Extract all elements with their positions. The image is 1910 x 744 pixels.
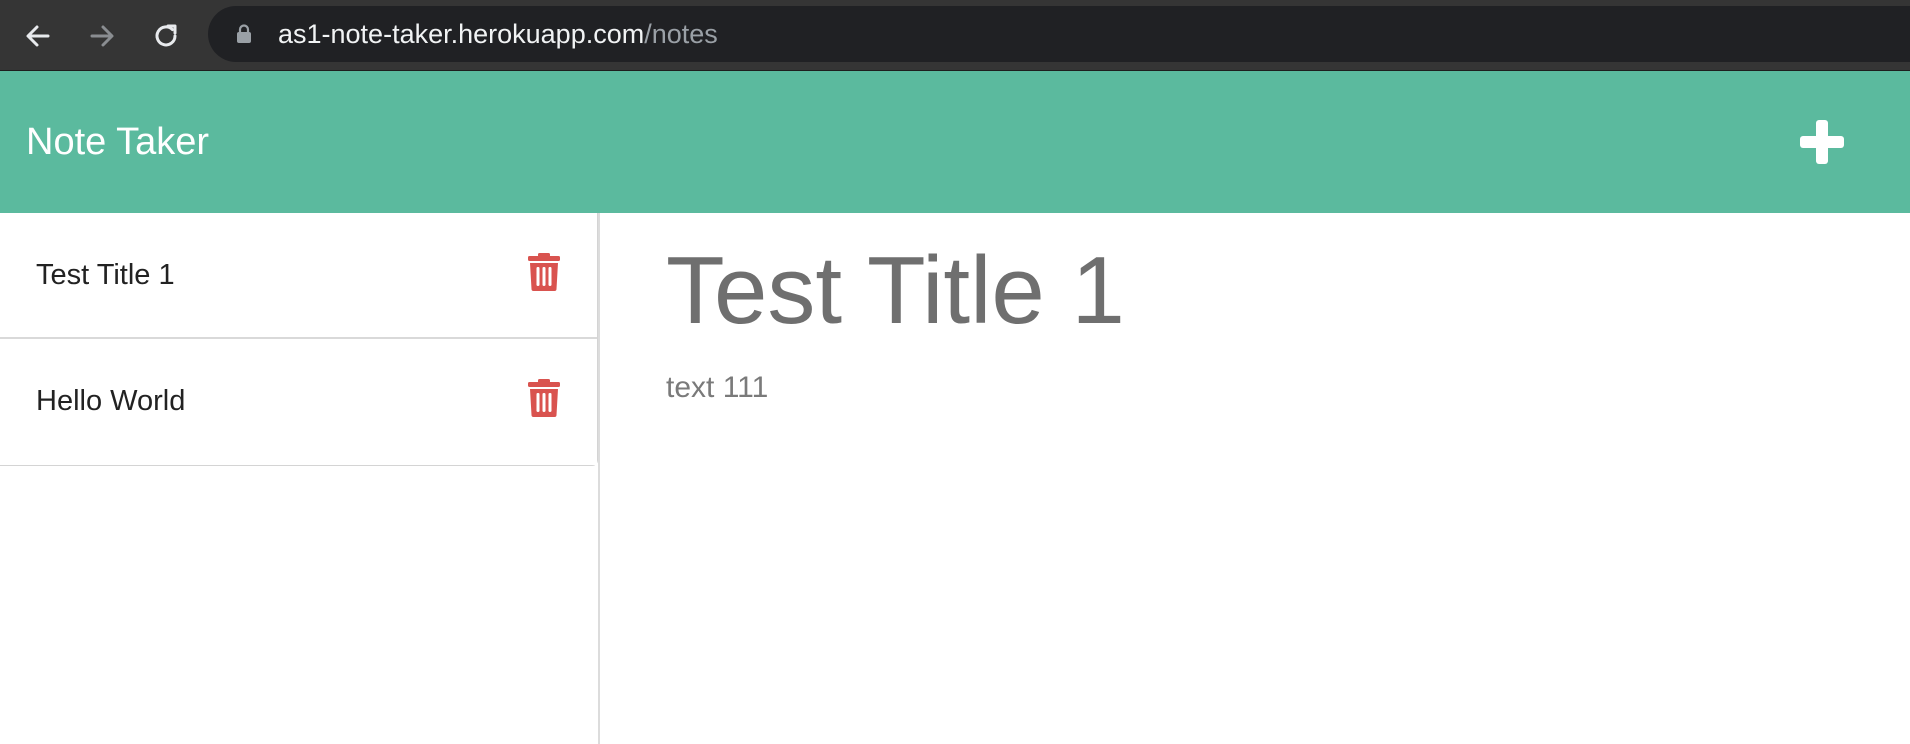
- reload-icon: [155, 24, 177, 47]
- notes-sidebar: Test Title 1 Hello World: [0, 213, 600, 744]
- trash-icon[interactable]: [528, 379, 560, 417]
- lock-icon: [237, 24, 251, 43]
- note-text-field[interactable]: text 111: [666, 371, 768, 405]
- back-button[interactable]: [16, 14, 60, 58]
- plus-icon: [1800, 120, 1844, 164]
- url-host: as1-note-taker.herokuapp.com: [278, 19, 645, 49]
- address-bar[interactable]: as1-note-taker.herokuapp.com/notes: [208, 6, 1910, 62]
- note-item-title: Hello World: [36, 385, 186, 417]
- new-note-button[interactable]: [1796, 116, 1848, 168]
- url-path: /notes: [644, 19, 718, 49]
- trash-icon[interactable]: [528, 253, 560, 291]
- list-item[interactable]: Test Title 1: [0, 213, 597, 339]
- note-view: Test Title 1 text 111: [602, 213, 1910, 744]
- app-navbar: Note Taker: [0, 71, 1910, 213]
- url-text: as1-note-taker.herokuapp.com/notes: [278, 19, 718, 49]
- note-title-field[interactable]: Test Title 1: [666, 235, 1125, 347]
- forward-button[interactable]: [80, 14, 124, 58]
- note-item-title: Test Title 1: [36, 259, 175, 291]
- arrow-right-icon: [90, 25, 114, 47]
- reload-button[interactable]: [144, 14, 188, 58]
- browser-toolbar: as1-note-taker.herokuapp.com/notes: [0, 0, 1910, 71]
- notes-list: Test Title 1 Hello World: [0, 213, 598, 466]
- arrow-left-icon: [26, 25, 50, 47]
- app-title[interactable]: Note Taker: [26, 121, 209, 163]
- list-item[interactable]: Hello World: [0, 339, 597, 465]
